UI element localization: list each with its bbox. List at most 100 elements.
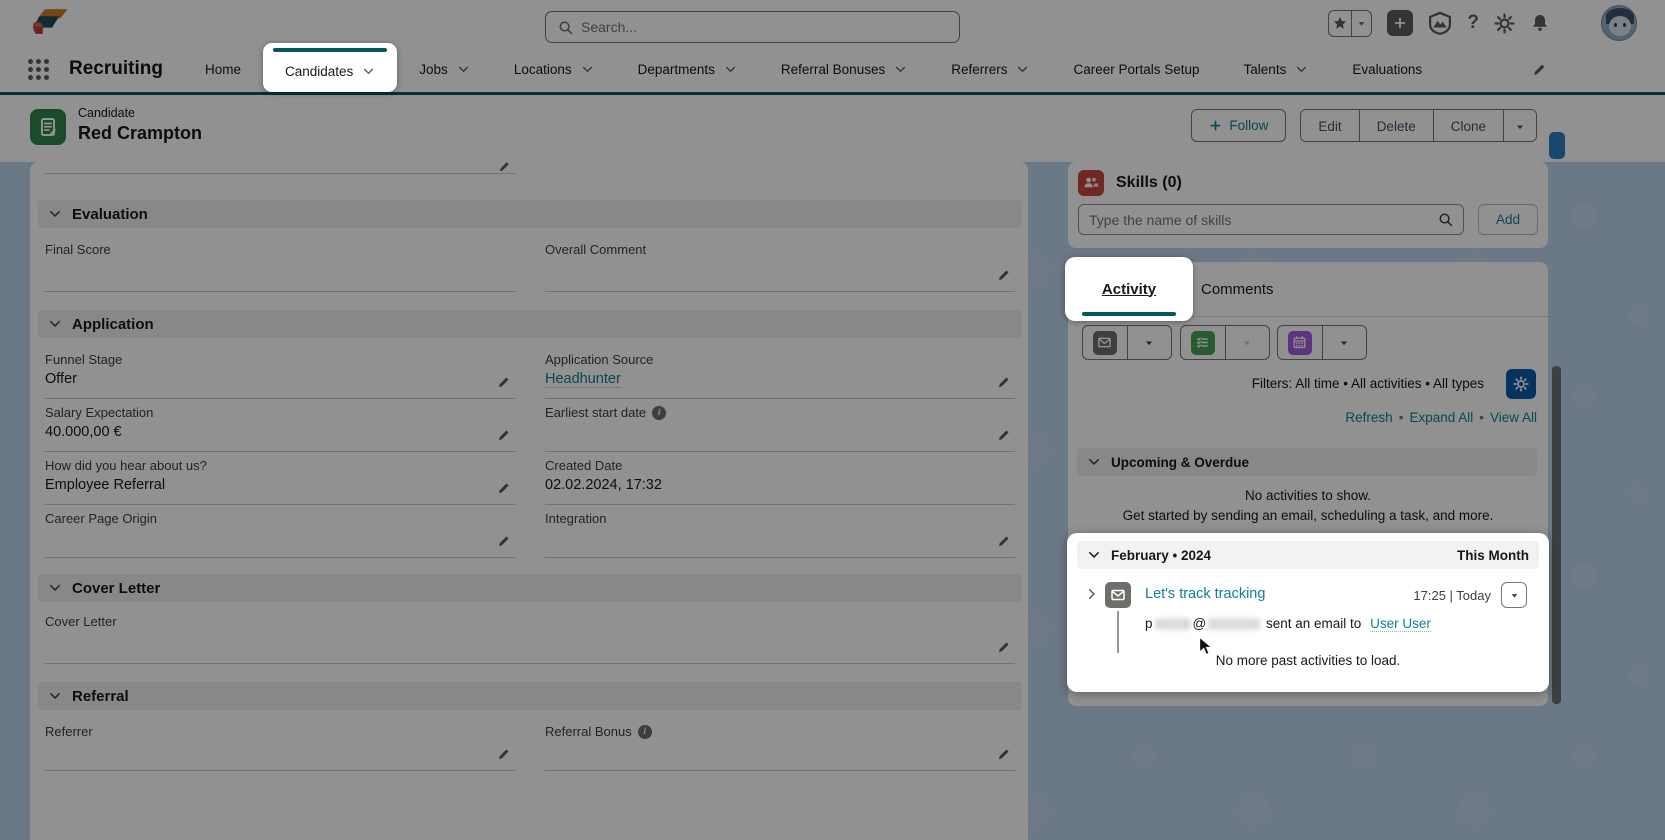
- tab-referral-bonuses[interactable]: Referral Bonuses: [781, 62, 907, 77]
- filters-summary[interactable]: Filters: All time • All activities • All…: [1252, 376, 1484, 391]
- chevron-down-icon[interactable]: [362, 65, 375, 78]
- tab-activity[interactable]: Activity: [1102, 281, 1156, 298]
- tab-comments[interactable]: Comments: [1201, 281, 1274, 298]
- email-dropdown-button[interactable]: [1127, 326, 1172, 359]
- caret-down-icon: [1338, 337, 1350, 349]
- edit-pencil-icon[interactable]: [497, 375, 511, 389]
- new-event-button[interactable]: [1278, 326, 1322, 359]
- activity-panel: Activity Comments Filters: All time • Al…: [1068, 262, 1548, 706]
- calendar-icon: [1292, 335, 1307, 350]
- filters-settings-button[interactable]: [1506, 369, 1536, 399]
- tab-home[interactable]: Home: [205, 62, 241, 77]
- edit-pencil-icon[interactable]: [497, 481, 511, 495]
- more-actions-button[interactable]: [1503, 110, 1536, 142]
- avatar[interactable]: [1601, 5, 1637, 41]
- edit-pencil-icon[interactable]: [997, 375, 1011, 389]
- record-title: Red Crampton: [78, 123, 202, 144]
- search-input[interactable]: [581, 19, 947, 35]
- delete-button[interactable]: Delete: [1359, 110, 1433, 142]
- email-icon: [1097, 335, 1112, 350]
- add-skill-button[interactable]: Add: [1478, 204, 1538, 235]
- notifications-bell-icon[interactable]: [1530, 13, 1550, 33]
- star-icon[interactable]: [1329, 11, 1351, 36]
- chevron-down-icon[interactable]: [1016, 63, 1029, 76]
- this-month-badge: This Month: [1457, 548, 1529, 563]
- edit-pencil-icon[interactable]: [997, 534, 1011, 548]
- info-icon[interactable]: i: [638, 725, 652, 739]
- edit-pencil-icon[interactable]: [997, 428, 1011, 442]
- activity-filters-row: Filters: All time • All activities • All…: [1068, 369, 1548, 399]
- field-cover-letter: Cover Letter: [45, 608, 1015, 664]
- favorites-dropdown-icon[interactable]: [1351, 11, 1371, 36]
- salesforce-app-logo-icon[interactable]: [30, 7, 70, 38]
- redacted-email-domain: [1208, 618, 1260, 630]
- edit-pencil-icon[interactable]: [497, 534, 511, 548]
- field-created-date: Created Date 02.02.2024, 17:32: [545, 452, 1015, 505]
- docked-panel-edge[interactable]: [1549, 132, 1565, 159]
- view-all-link[interactable]: View All: [1490, 410, 1537, 425]
- field-final-score: Final Score: [45, 236, 515, 292]
- edit-pencil-icon[interactable]: [997, 747, 1011, 761]
- scrollbar-thumb[interactable]: [1552, 366, 1561, 704]
- chevron-down-icon[interactable]: [724, 63, 737, 76]
- event-dropdown-button[interactable]: [1322, 326, 1367, 359]
- refresh-link[interactable]: Refresh: [1345, 410, 1392, 425]
- edit-pencil-icon[interactable]: [997, 640, 1011, 654]
- edit-pencil-icon[interactable]: [997, 268, 1011, 282]
- chevron-down-icon[interactable]: [457, 63, 470, 76]
- field-overall-comment: Overall Comment: [545, 236, 1015, 292]
- send-email-button[interactable]: [1083, 326, 1127, 359]
- new-task-button[interactable]: [1181, 326, 1225, 359]
- upcoming-overdue-section[interactable]: Upcoming & Overdue: [1077, 448, 1537, 476]
- tab-referrers[interactable]: Referrers: [951, 62, 1029, 77]
- trailhead-icon[interactable]: [1428, 11, 1452, 35]
- follow-button[interactable]: Follow: [1191, 109, 1286, 142]
- clone-button[interactable]: Clone: [1433, 110, 1503, 142]
- favorites-button[interactable]: [1328, 10, 1372, 37]
- tab-career-portals-setup[interactable]: Career Portals Setup: [1073, 62, 1199, 77]
- skills-search-field[interactable]: [1078, 204, 1464, 235]
- app-launcher-icon[interactable]: [28, 59, 49, 80]
- section-referral[interactable]: Referral: [38, 682, 1022, 710]
- section-evaluation[interactable]: Evaluation: [38, 200, 1022, 228]
- chevron-down-icon[interactable]: [1295, 63, 1308, 76]
- section-application[interactable]: Application: [38, 310, 1022, 338]
- global-search[interactable]: [545, 11, 960, 43]
- expand-chevron-right-icon[interactable]: [1085, 587, 1099, 601]
- recipient-link[interactable]: User User: [1370, 616, 1431, 632]
- tab-evaluations[interactable]: Evaluations: [1352, 62, 1422, 77]
- chevron-down-icon[interactable]: [894, 63, 907, 76]
- month-group-header[interactable]: February • 2024 This Month: [1077, 541, 1539, 569]
- activity-links-row: Refresh•Expand All•View All: [1345, 410, 1537, 425]
- application-source-link[interactable]: Headhunter: [545, 371, 621, 388]
- skills-search-input[interactable]: [1089, 212, 1438, 228]
- edit-nav-pencil-icon[interactable]: [1532, 62, 1547, 77]
- global-actions-button[interactable]: [1387, 10, 1413, 36]
- field-row-partial: [45, 162, 515, 174]
- activity-description: p@ sent an email to User User: [1077, 616, 1539, 636]
- at-sign: @: [1193, 616, 1207, 631]
- activity-actions-dropdown-button[interactable]: [1501, 582, 1527, 608]
- chevron-down-icon: [48, 689, 62, 703]
- tab-jobs[interactable]: Jobs: [419, 62, 470, 77]
- tab-candidates[interactable]: Candidates: [285, 64, 375, 79]
- edit-pencil-icon[interactable]: [497, 747, 511, 761]
- edit-button[interactable]: Edit: [1301, 110, 1358, 142]
- chevron-down-icon[interactable]: [581, 63, 594, 76]
- expand-all-link[interactable]: Expand All: [1409, 410, 1473, 425]
- activity-item-row: Let's track tracking 17:25 | Today: [1077, 582, 1539, 608]
- help-icon[interactable]: ?: [1467, 12, 1479, 34]
- search-icon: [558, 20, 573, 35]
- info-icon[interactable]: i: [652, 406, 666, 420]
- avatar-art: [1614, 23, 1617, 27]
- activity-title-link[interactable]: Let's track tracking: [1145, 586, 1265, 602]
- tab-departments[interactable]: Departments: [638, 62, 737, 77]
- tab-talents[interactable]: Talents: [1244, 62, 1309, 77]
- edit-pencil-icon[interactable]: [498, 162, 511, 173]
- tab-locations[interactable]: Locations: [514, 62, 594, 77]
- record-entity-label: Candidate: [78, 106, 135, 120]
- month-group-title: February • 2024: [1111, 548, 1211, 563]
- setup-gear-icon[interactable]: [1494, 13, 1515, 34]
- section-cover-letter[interactable]: Cover Letter: [38, 574, 1022, 602]
- edit-pencil-icon[interactable]: [497, 428, 511, 442]
